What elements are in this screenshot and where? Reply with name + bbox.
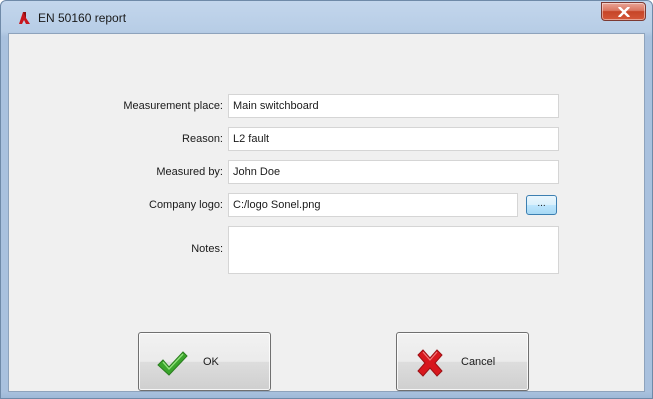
browse-button[interactable]: ...: [526, 195, 557, 215]
dialog-window: EN 50160 report Measurement place: Main …: [0, 0, 653, 399]
red-x-icon: [414, 348, 446, 378]
reason-label: Reason:: [182, 133, 223, 145]
reason-input[interactable]: L2 fault: [228, 127, 559, 151]
window-bottom-frame: [1, 392, 652, 398]
ok-button-label: OK: [203, 356, 219, 368]
title-bar[interactable]: EN 50160 report: [1, 1, 652, 33]
company-logo-input[interactable]: C:/logo Sonel.png: [228, 193, 518, 217]
notes-textarea[interactable]: [228, 226, 559, 274]
close-x-icon: [618, 7, 630, 17]
green-checkmark-icon: [156, 348, 188, 378]
cancel-button-label: Cancel: [461, 356, 496, 368]
measurement-place-label: Measurement place:: [123, 100, 223, 112]
close-button[interactable]: [601, 2, 646, 21]
company-logo-label: Company logo:: [149, 199, 223, 211]
ok-button[interactable]: OK: [138, 332, 271, 391]
cancel-button[interactable]: Cancel: [396, 332, 529, 391]
measured-by-input[interactable]: John Doe: [228, 160, 559, 184]
notes-label: Notes:: [191, 243, 223, 255]
measured-by-label: Measured by:: [156, 166, 223, 178]
measurement-place-input[interactable]: Main switchboard: [228, 94, 559, 118]
window-title: EN 50160 report: [38, 11, 127, 25]
sonel-app-icon: [17, 11, 31, 25]
